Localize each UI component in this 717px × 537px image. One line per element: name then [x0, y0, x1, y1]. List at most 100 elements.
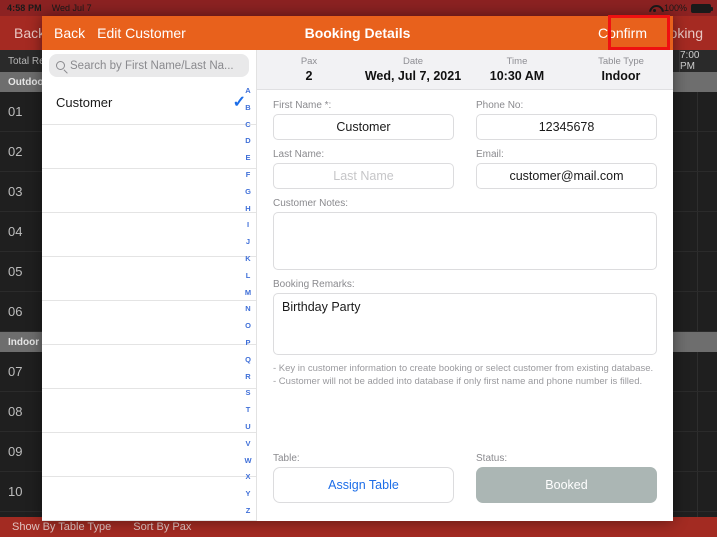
list-item[interactable] [42, 213, 256, 257]
alphabet-index[interactable]: A B C D E F G H I J K L M N O P Q R S T … [240, 83, 256, 520]
info-table-type[interactable]: Table Type Indoor [569, 55, 673, 84]
alphabet-index-letter[interactable]: E [245, 150, 250, 167]
alphabet-index-letter[interactable]: I [247, 217, 249, 234]
background-new-booking-button[interactable]: oking [670, 25, 703, 41]
table-number: 08 [8, 404, 23, 419]
form-actions: Table: Assign Table Status: Booked [273, 453, 657, 503]
search-input[interactable]: Search by First Name/Last Na... [49, 54, 249, 77]
modal-navbar: Back Edit Customer Booking Details Confi… [42, 16, 673, 50]
search-bar: Search by First Name/Last Na... [42, 50, 256, 81]
modal-back-button[interactable]: Back [54, 25, 85, 41]
info-pax[interactable]: Pax 2 [257, 55, 361, 84]
last-name-group: Last Name: Last Name [273, 149, 454, 189]
alphabet-index-letter[interactable]: V [245, 436, 250, 453]
booking-remarks-field[interactable]: Birthday Party [273, 293, 657, 355]
phone-field[interactable]: 12345678 [476, 114, 657, 140]
alphabet-index-letter[interactable]: Y [245, 486, 250, 503]
battery-icon [691, 3, 713, 13]
alphabet-index-letter[interactable]: F [246, 167, 251, 184]
info-time-value: 10:30 AM [489, 69, 545, 83]
info-time[interactable]: Time 10:30 AM [465, 55, 569, 84]
booking-remarks-group: Booking Remarks: Birthday Party [273, 279, 657, 355]
alphabet-index-letter[interactable]: C [245, 117, 250, 134]
app-root: Back oking Total Re 1:00 PM 7:00 PM Outd… [0, 0, 717, 537]
lastname-email-row: Last Name: Last Name Email: customer@mai… [273, 149, 657, 189]
list-item[interactable] [42, 125, 256, 169]
booking-remarks-label: Booking Remarks: [273, 279, 355, 290]
status-badge[interactable]: Booked [476, 467, 657, 503]
alphabet-index-letter[interactable]: W [244, 453, 251, 470]
email-field[interactable]: customer@mail.com [476, 163, 657, 189]
alphabet-index-letter[interactable]: K [245, 251, 250, 268]
battery-percent-label: 100% [663, 3, 687, 13]
confirm-button[interactable]: Confirm [598, 25, 647, 41]
alphabet-index-letter[interactable]: U [245, 419, 250, 436]
alphabet-index-letter[interactable]: D [245, 133, 250, 150]
first-name-field[interactable]: Customer [273, 114, 454, 140]
info-pax-label: Pax [300, 56, 318, 67]
list-item[interactable] [42, 169, 256, 213]
email-label: Email: [476, 149, 504, 160]
status-label: Status: [476, 453, 508, 464]
wifi-icon [649, 4, 660, 12]
alphabet-index-letter[interactable]: L [246, 268, 251, 285]
alphabet-index-letter[interactable]: B [245, 100, 250, 117]
show-by-table-type-button[interactable]: Show By Table Type [12, 521, 111, 533]
first-name-group: First Name *: Customer [273, 100, 454, 140]
name-phone-row: First Name *: Customer Phone No: 1234567… [273, 100, 657, 140]
alphabet-index-letter[interactable]: O [245, 318, 251, 335]
alphabet-index-letter[interactable]: M [245, 285, 251, 302]
booking-info-strip: Pax 2 Date Wed, Jul 7, 2021 Time 10:30 A… [257, 50, 673, 90]
sort-by-pax-button[interactable]: Sort By Pax [133, 521, 191, 533]
table-number: 09 [8, 444, 23, 459]
total-reservations-label: Total Re [8, 55, 45, 67]
alphabet-index-letter[interactable]: N [245, 301, 250, 318]
list-item[interactable]: Customer ✓ [42, 81, 256, 125]
list-item[interactable] [42, 257, 256, 301]
background-back-button[interactable]: Back [14, 25, 45, 41]
search-icon [56, 61, 65, 70]
booking-details-modal: Back Edit Customer Booking Details Confi… [42, 16, 673, 521]
customer-notes-field[interactable] [273, 212, 657, 270]
customer-picker-pane: Search by First Name/Last Na... Customer… [42, 50, 257, 521]
list-item[interactable] [42, 433, 256, 477]
alphabet-index-letter[interactable]: J [246, 234, 250, 251]
list-item[interactable] [42, 345, 256, 389]
list-item[interactable] [42, 389, 256, 433]
last-name-label: Last Name: [273, 149, 325, 160]
status-action-group: Status: Booked [476, 453, 657, 503]
alphabet-index-letter[interactable]: Q [245, 352, 251, 369]
alphabet-index-letter[interactable]: X [245, 469, 250, 486]
last-name-field[interactable]: Last Name [273, 163, 454, 189]
alphabet-index-letter[interactable]: P [245, 335, 250, 352]
alphabet-index-letter[interactable]: A [245, 83, 250, 100]
status-bar-time: 4:58 PM [7, 3, 42, 13]
assign-table-button[interactable]: Assign Table [273, 467, 454, 503]
info-table-type-value: Indoor [601, 69, 641, 83]
alphabet-index-letter[interactable]: S [245, 385, 250, 402]
alphabet-index-letter[interactable]: R [245, 369, 250, 386]
helper-text-line-1: - Key in customer information to create … [273, 363, 654, 374]
table-number: 01 [8, 104, 23, 119]
booking-form-pane: Pax 2 Date Wed, Jul 7, 2021 Time 10:30 A… [257, 50, 673, 521]
alphabet-index-letter[interactable]: T [246, 402, 251, 419]
table-label: Table: [273, 453, 300, 464]
alphabet-index-letter[interactable]: Z [246, 503, 251, 520]
alphabet-index-letter[interactable]: H [245, 201, 250, 218]
info-date[interactable]: Date Wed, Jul 7, 2021 [361, 55, 465, 84]
form-fields: First Name *: Customer Phone No: 1234567… [257, 90, 673, 388]
table-action-group: Table: Assign Table [273, 453, 454, 503]
customer-list[interactable]: Customer ✓ [42, 81, 256, 521]
table-number: 02 [8, 144, 23, 159]
list-item[interactable] [42, 301, 256, 345]
info-date-value: Wed, Jul 7, 2021 [364, 69, 462, 83]
phone-group: Phone No: 12345678 [476, 100, 657, 140]
customer-notes-group: Customer Notes: [273, 198, 657, 270]
info-time-label: Time [506, 56, 528, 67]
modal-body: Search by First Name/Last Na... Customer… [42, 50, 673, 521]
alphabet-index-letter[interactable]: G [245, 184, 251, 201]
edit-customer-button[interactable]: Edit Customer [97, 25, 186, 41]
table-number: 03 [8, 184, 23, 199]
list-item[interactable] [42, 477, 256, 521]
status-bar-date: Wed Jul 7 [51, 3, 92, 13]
